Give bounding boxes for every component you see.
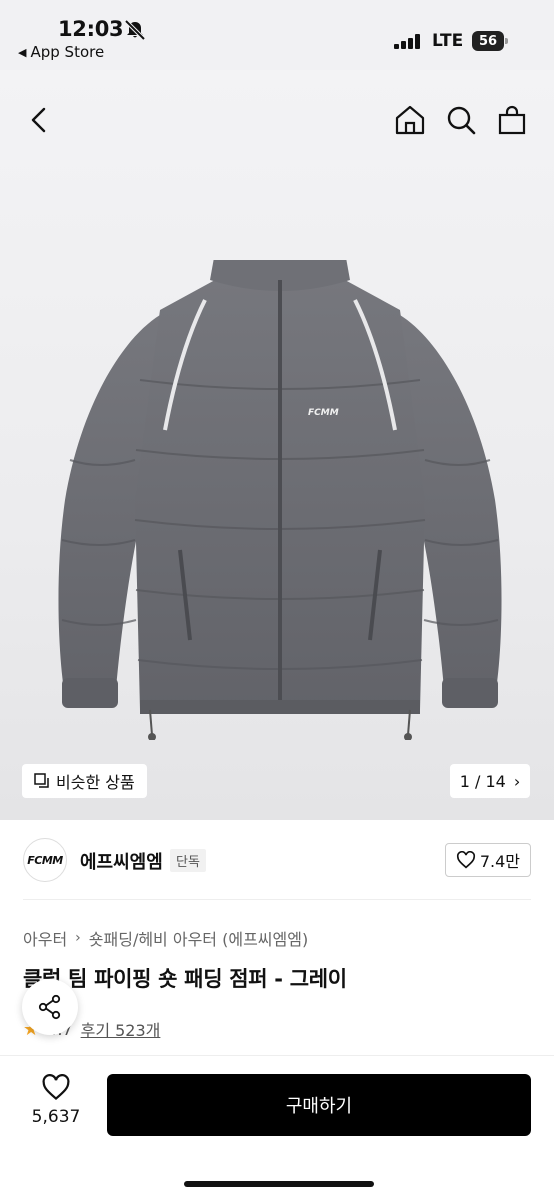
- product-image-jacket: FCMM: [58, 260, 502, 740]
- status-bar: 12:03 ◀ App Store LTE 56: [0, 0, 554, 70]
- exclusive-badge: 단독: [170, 849, 206, 872]
- breadcrumb: 아우터 › 숏패딩/헤비 아우터 (에프씨엠엠): [23, 926, 308, 950]
- status-time: 12:03: [58, 17, 124, 41]
- network-label: LTE: [432, 31, 464, 51]
- breadcrumb-category[interactable]: 아우터: [23, 926, 67, 950]
- chevron-right-icon: ›: [513, 771, 521, 791]
- similar-products-button[interactable]: 비슷한 상품: [22, 764, 147, 798]
- wishlist-count: 5,637: [31, 1107, 81, 1127]
- similar-icon: [34, 773, 49, 788]
- home-indicator: [184, 1181, 374, 1187]
- brand-like-button[interactable]: 7.4만: [444, 843, 531, 877]
- back-triangle-icon: ◀: [18, 45, 27, 59]
- brand-logo[interactable]: FCMM: [23, 838, 67, 882]
- wishlist-button[interactable]: 5,637: [24, 1074, 88, 1127]
- back-app-label: App Store: [30, 43, 105, 61]
- heart-icon: [42, 1074, 70, 1101]
- similar-products-label: 비슷한 상품: [56, 773, 135, 792]
- image-counter-label: 1 / 14: [459, 771, 506, 791]
- share-icon: [38, 994, 61, 1020]
- divider: [23, 899, 531, 900]
- buy-button[interactable]: 구매하기: [107, 1074, 531, 1136]
- image-page-counter[interactable]: 1 / 14 ›: [450, 764, 530, 798]
- signal-icon: [394, 33, 422, 49]
- search-icon[interactable]: [445, 104, 477, 136]
- jacket-logo-text: FCMM: [308, 408, 339, 418]
- brand-name[interactable]: 에프씨엠엠: [80, 848, 163, 874]
- battery-level: 56: [472, 31, 504, 51]
- shopping-bag-icon[interactable]: [496, 104, 528, 136]
- chevron-right-icon: ›: [75, 930, 81, 946]
- battery-icon: 56: [472, 31, 508, 51]
- breadcrumb-subcategory[interactable]: 숏패딩/헤비 아우터 (에프씨엠엠): [89, 926, 308, 950]
- brand-row: FCMM 에프씨엠엠 단독 7.4만: [0, 836, 554, 886]
- heart-icon: [456, 851, 475, 869]
- share-button[interactable]: [22, 979, 78, 1035]
- purchase-bar: 5,637 구매하기: [0, 1055, 554, 1200]
- product-gallery[interactable]: FCMM 비슷한 상품 1 / 14 ›: [0, 70, 554, 820]
- bell-mute-icon: [124, 20, 146, 40]
- home-icon[interactable]: [394, 104, 426, 136]
- reviews-link[interactable]: 후기 523개: [81, 1017, 161, 1041]
- back-to-app-store[interactable]: ◀ App Store: [18, 43, 104, 61]
- back-icon[interactable]: [24, 104, 56, 136]
- brand-like-count: 7.4만: [479, 852, 520, 871]
